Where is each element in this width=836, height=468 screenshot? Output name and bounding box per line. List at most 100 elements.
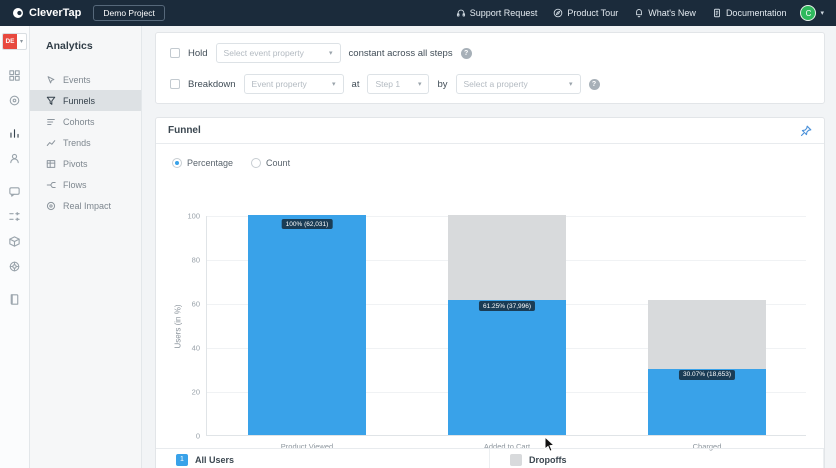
flows-icon — [46, 181, 56, 188]
sidebar-item-label: Funnels — [63, 95, 96, 106]
breakdown-step-dropdown[interactable]: Step 1 ▾ — [367, 74, 430, 94]
bar-value-label: 30.07% (18,653) — [678, 369, 736, 380]
sidebar: Analytics Events Funnels Cohorts Trends … — [30, 26, 142, 468]
trends-icon — [46, 139, 56, 146]
y-tick-label: 100 — [187, 211, 200, 221]
legend-label: Dropoffs — [529, 454, 567, 465]
by-label: by — [437, 78, 448, 90]
dropdown-placeholder: Select event property — [223, 48, 304, 58]
y-tick-label: 60 — [191, 299, 200, 309]
sidebar-item-cohorts[interactable]: Cohorts — [30, 111, 141, 132]
count-radio[interactable]: Count — [251, 158, 290, 168]
dropdown-placeholder: Select a property — [463, 79, 528, 89]
dropdown-placeholder: Step 1 — [375, 79, 401, 89]
org-badge: DE — [3, 34, 17, 49]
breakdown-row: Breakdown Event property ▾ at Step 1 ▾ b… — [170, 74, 600, 94]
funnel-options-card: Hold Select event property ▾ constant ac… — [155, 32, 825, 104]
clevertap-logo[interactable]: CleverTap — [12, 7, 81, 19]
analytics-icon[interactable] — [7, 125, 23, 141]
radio-dot — [251, 158, 262, 168]
chevron-down-icon: ▾ — [329, 50, 333, 57]
funnel-card-header: Funnel — [156, 118, 824, 144]
breakdown-by-dropdown[interactable]: Select a property ▾ — [455, 74, 581, 94]
cohorts-icon — [47, 118, 55, 125]
headset-icon — [456, 9, 465, 17]
app-window: CleverTap Demo Project Support Request P… — [0, 0, 836, 468]
chevron-down-icon: ▾ — [569, 81, 573, 88]
product-tour-link[interactable]: Product Tour — [553, 8, 618, 18]
documentation-label: Documentation — [725, 8, 787, 18]
funnel-bar-product-viewed[interactable] — [248, 215, 366, 435]
radio-label: Percentage — [187, 158, 234, 168]
bar-value-label: 61.25% (37,996) — [478, 301, 536, 312]
funnel-bar-added-to-cart[interactable] — [448, 300, 566, 435]
y-tick-label: 20 — [191, 387, 200, 397]
funnel-card-title: Funnel — [168, 125, 201, 136]
sidebar-item-funnels[interactable]: Funnels — [30, 90, 141, 111]
products-icon[interactable] — [7, 233, 23, 249]
project-selector-button[interactable]: Demo Project — [93, 5, 165, 21]
funnel-plot: 0 20 40 60 80 100 100% (62,031) Product Viewed 6… — [187, 212, 806, 451]
support-request-link[interactable]: Support Request — [456, 8, 537, 18]
hold-row: Hold Select event property ▾ constant ac… — [170, 43, 472, 63]
segments-icon[interactable] — [7, 150, 23, 166]
legend-all-users[interactable]: 1 All Users — [156, 449, 490, 468]
chevron-down-icon: ▾ — [19, 39, 23, 45]
sidebar-item-trends[interactable]: Trends — [30, 132, 141, 153]
at-label: at — [351, 78, 360, 90]
hold-suffix-label: constant across all steps — [348, 47, 453, 59]
journeys-icon[interactable] — [7, 208, 23, 224]
clevertap-logo-icon — [13, 8, 23, 18]
icon-rail: DE ▾ — [0, 26, 30, 468]
hold-checkbox[interactable] — [170, 48, 180, 58]
campaigns-icon[interactable] — [7, 183, 23, 199]
sidebar-menu: Events Funnels Cohorts Trends Pivots Flo… — [30, 69, 141, 216]
y-tick-label: 0 — [195, 431, 200, 441]
sidebar-item-label: Trends — [63, 137, 91, 148]
breakdown-info-icon[interactable]: ? — [588, 78, 600, 90]
y-axis-title: Users (in %) — [173, 303, 183, 349]
hold-property-dropdown[interactable]: Select event property ▾ — [215, 43, 341, 63]
documentation-link[interactable]: Documentation — [712, 8, 787, 18]
y-tick-label: 80 — [191, 255, 200, 265]
sidebar-item-label: Flows — [63, 179, 87, 190]
sidebar-item-events[interactable]: Events — [30, 69, 141, 90]
display-mode-radios: Percentage Count — [172, 158, 824, 168]
sidebar-item-real-impact[interactable]: Real Impact — [30, 195, 141, 216]
sidebar-title: Analytics — [46, 40, 93, 52]
dashboard-icon[interactable] — [7, 67, 23, 83]
all-users-swatch: 1 — [176, 453, 188, 466]
sidebar-item-label: Cohorts — [63, 116, 95, 127]
funnel-card: Funnel Percentage Count Users (in %) 0 20… — [155, 117, 825, 468]
logo-text: CleverTap — [29, 7, 82, 19]
dropdown-placeholder: Event property — [251, 79, 307, 89]
real-impact-icon — [46, 201, 56, 210]
pivots-icon — [46, 159, 56, 168]
whats-new-link[interactable]: What's New — [634, 8, 696, 18]
bell-icon — [636, 9, 643, 18]
target-icon[interactable] — [7, 92, 23, 108]
sidebar-item-flows[interactable]: Flows — [30, 174, 141, 195]
account-menu[interactable]: C ▾ — [800, 5, 824, 21]
chevron-down-icon: ▾ — [820, 10, 824, 17]
legend-dropoffs[interactable]: Dropoffs — [490, 449, 824, 468]
main-content: Hold Select event property ▾ constant ac… — [142, 26, 836, 468]
pin-icon[interactable] — [800, 125, 812, 137]
org-switcher[interactable]: DE ▾ — [2, 33, 27, 50]
bar-value-label: 100% (62,031) — [281, 219, 333, 229]
legend-label: All Users — [195, 454, 235, 465]
breakdown-checkbox[interactable] — [170, 79, 180, 89]
funnel-icon — [46, 96, 56, 105]
docs-icon[interactable] — [7, 291, 23, 307]
help-icon[interactable] — [7, 258, 23, 274]
sidebar-item-label: Events — [63, 74, 91, 85]
topbar: CleverTap Demo Project Support Request P… — [0, 0, 836, 26]
breakdown-property-dropdown[interactable]: Event property ▾ — [243, 74, 344, 94]
y-tick-label: 40 — [191, 343, 200, 353]
radio-label: Count — [266, 158, 291, 168]
hold-info-icon[interactable]: ? — [460, 47, 472, 59]
chevron-down-icon: ▾ — [332, 81, 336, 88]
sidebar-item-pivots[interactable]: Pivots — [30, 153, 141, 174]
percentage-radio[interactable]: Percentage — [172, 158, 233, 168]
events-icon — [47, 75, 55, 83]
